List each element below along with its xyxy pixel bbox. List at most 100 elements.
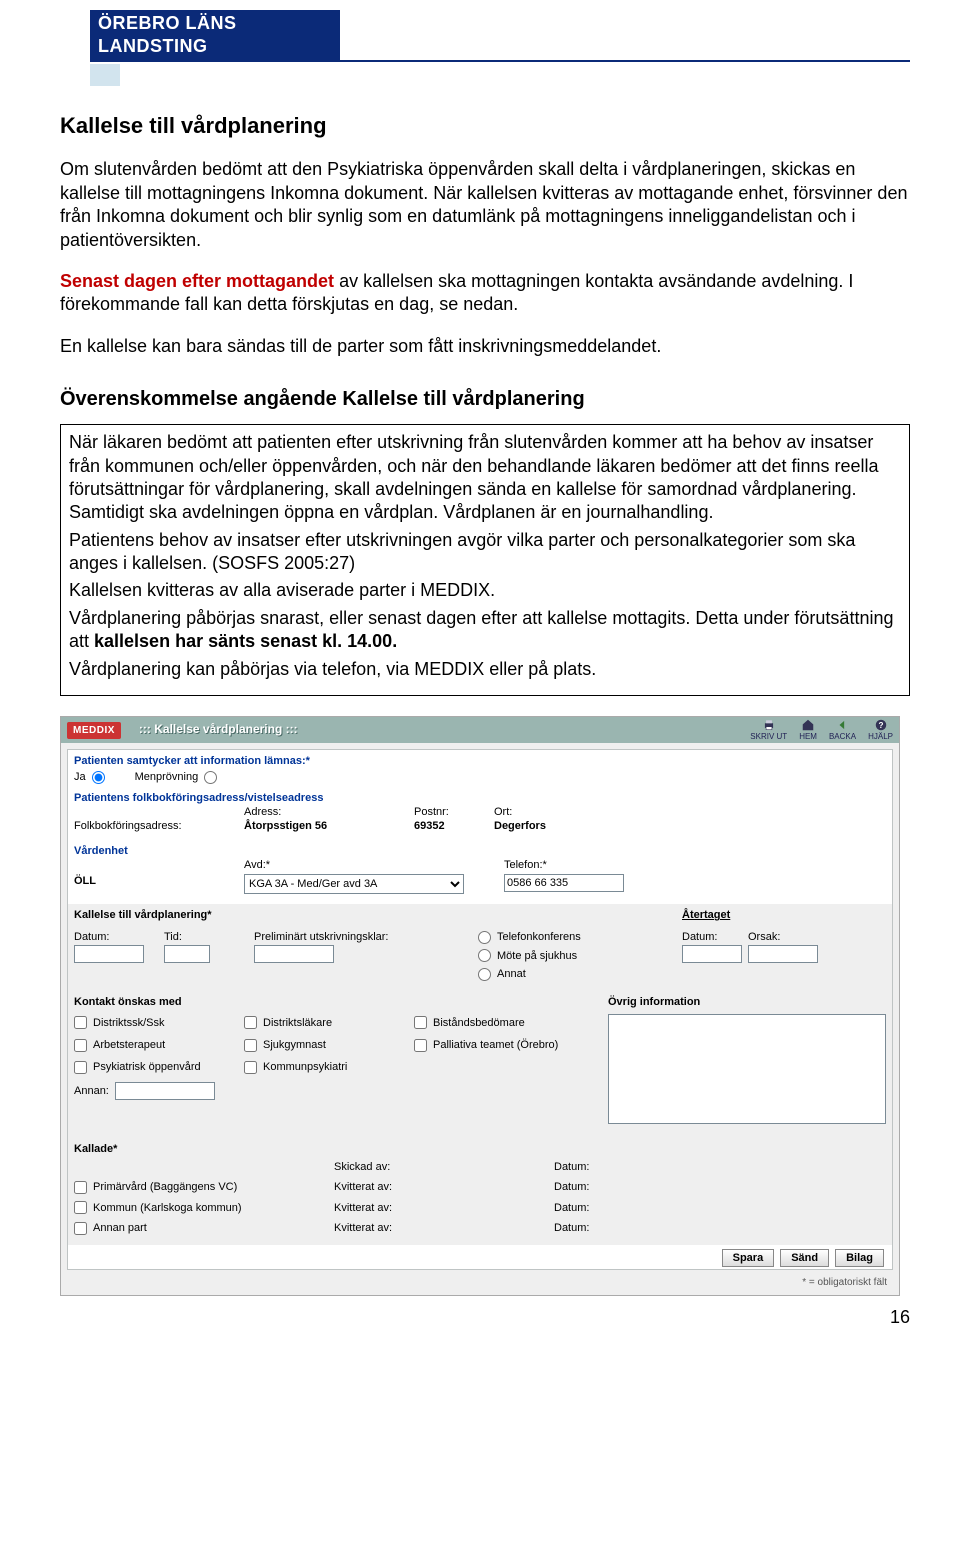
help-button[interactable]: ? HJÄLP bbox=[862, 718, 899, 742]
chk-distlak[interactable] bbox=[244, 1016, 257, 1029]
header-accent bbox=[90, 64, 120, 86]
ovrig-textarea[interactable] bbox=[608, 1014, 886, 1124]
opt-annat-label: Annat bbox=[497, 967, 526, 981]
skickad-datum-label: Datum: bbox=[554, 1160, 704, 1174]
atertaget-title: Återtaget bbox=[682, 908, 832, 922]
consent-row: Ja Menprövning bbox=[68, 768, 892, 786]
avd-select[interactable]: KGA 3A - Med/Ger avd 3A bbox=[244, 874, 464, 894]
addr-value-ort: Degerfors bbox=[494, 819, 634, 833]
opt-annat-radio[interactable] bbox=[478, 968, 491, 981]
svg-text:?: ? bbox=[878, 721, 883, 730]
atertaget-datum-input[interactable] bbox=[682, 945, 742, 963]
home-icon bbox=[800, 718, 816, 732]
vardenhet-col-tel: Telefon:* bbox=[504, 858, 684, 872]
addr-value-postnr: 69352 bbox=[414, 819, 494, 833]
paragraph-1: Om slutenvården bedömt att den Psykiatri… bbox=[60, 158, 910, 252]
box-line-4: Vårdplanering påbörjas snarast, eller se… bbox=[69, 607, 901, 654]
form-screenshot: MEDDIX ::: Kallelse vårdplanering ::: SK… bbox=[60, 716, 900, 1296]
addr-row-label: Folkbokföringsadress: bbox=[74, 819, 244, 833]
atertaget-orsak-label: Orsak: bbox=[748, 930, 818, 944]
addr-value-adress: Åtorpsstigen 56 bbox=[244, 819, 414, 833]
kallelse-tid-label: Tid: bbox=[164, 930, 250, 944]
opt-mote-radio[interactable] bbox=[478, 949, 491, 962]
attach-button[interactable]: Bilag bbox=[835, 1249, 884, 1267]
chk-psyk[interactable] bbox=[74, 1061, 87, 1074]
box-line-5: Vårdplanering kan påbörjas via telefon, … bbox=[69, 658, 901, 681]
opt-tele-radio[interactable] bbox=[478, 931, 491, 944]
page-number: 16 bbox=[60, 1306, 910, 1329]
atertaget-orsak-input[interactable] bbox=[748, 945, 818, 963]
chk-annanpart[interactable] bbox=[74, 1222, 87, 1235]
consent-men-radio[interactable] bbox=[204, 771, 217, 784]
kallelse-tid-input[interactable] bbox=[164, 945, 210, 963]
address-title: Patientens folkbokföringsadress/vistelse… bbox=[68, 787, 892, 805]
consent-men-label: Menprövning bbox=[135, 770, 199, 784]
agreement-box: När läkaren bedömt att patienten efter u… bbox=[60, 424, 910, 696]
consent-yes-radio[interactable] bbox=[92, 771, 105, 784]
kvitterat-label-1: Kvitterat av: bbox=[334, 1180, 484, 1194]
org-header: ÖREBRO LÄNS LANDSTING bbox=[90, 10, 910, 86]
form-footer: Spara Sänd Bilag bbox=[68, 1245, 892, 1269]
box-line-2: Patientens behov av insatser efter utskr… bbox=[69, 529, 901, 576]
meddix-logo: MEDDIX bbox=[67, 722, 121, 739]
kontakt-title: Kontakt önskas med bbox=[74, 995, 594, 1009]
back-button[interactable]: BACKA bbox=[823, 718, 862, 742]
send-button[interactable]: Sänd bbox=[780, 1249, 829, 1267]
home-button[interactable]: HEM bbox=[793, 718, 823, 742]
print-button[interactable]: SKRIV UT bbox=[744, 718, 793, 742]
addr-col-postnr: Postnr: bbox=[414, 805, 494, 819]
paragraph-3: En kallelse kan bara sändas till de part… bbox=[60, 335, 910, 358]
kallelse-title: Kallelse till vårdplanering* bbox=[74, 908, 474, 922]
consent-yes-label: Ja bbox=[74, 770, 86, 784]
kallelse-datum-label: Datum: bbox=[74, 930, 160, 944]
chk-kommun[interactable] bbox=[74, 1201, 87, 1214]
kvitterat-datum-3: Datum: bbox=[554, 1221, 704, 1235]
consent-title: Patienten samtycker att information lämn… bbox=[68, 750, 892, 768]
kvitterat-datum-2: Datum: bbox=[554, 1201, 704, 1215]
ovrig-title: Övrig information bbox=[608, 995, 886, 1009]
printer-icon bbox=[761, 718, 777, 732]
section-heading: Överenskommelse angående Kallelse till v… bbox=[60, 386, 910, 412]
chk-bistand[interactable] bbox=[414, 1016, 427, 1029]
telefon-input[interactable] bbox=[504, 874, 624, 892]
kontakt-ovrig-row: Kontakt önskas med Distriktssk/Ssk Distr… bbox=[68, 991, 892, 1138]
annan-label: Annan: bbox=[74, 1084, 109, 1098]
org-title: ÖREBRO LÄNS LANDSTING bbox=[90, 10, 340, 61]
vardenhet-title: Vårdenhet bbox=[68, 840, 892, 858]
page-title: Kallelse till vårdplanering bbox=[60, 112, 910, 141]
back-arrow-icon bbox=[835, 718, 851, 732]
box-emphasis: kallelsen har sänts senast kl. 14.00. bbox=[94, 631, 397, 651]
paragraph-2: Senast dagen efter mottagandet av kallel… bbox=[60, 270, 910, 317]
help-icon: ? bbox=[873, 718, 889, 732]
kvitterat-label-2: Kvitterat av: bbox=[334, 1201, 484, 1215]
opt-tele-label: Telefonkonferens bbox=[497, 930, 581, 944]
skickad-label: Skickad av: bbox=[334, 1160, 484, 1174]
kallelse-prel-input[interactable] bbox=[254, 945, 334, 963]
chk-kommunpsyk[interactable] bbox=[244, 1061, 257, 1074]
box-line-3: Kallelsen kvitteras av alla aviserade pa… bbox=[69, 579, 901, 602]
kallelse-section: Kallelse till vårdplanering* Återtaget D… bbox=[68, 904, 892, 991]
kallade-section: Kallade* Skickad av: Datum: Primärvård (… bbox=[68, 1138, 892, 1245]
emphasis-red: Senast dagen efter mottagandet bbox=[60, 271, 334, 291]
chk-distssk[interactable] bbox=[74, 1016, 87, 1029]
save-button[interactable]: Spara bbox=[722, 1249, 775, 1267]
chk-primarvard[interactable] bbox=[74, 1181, 87, 1194]
chk-arbter[interactable] bbox=[74, 1039, 87, 1052]
chk-palliativ[interactable] bbox=[414, 1039, 427, 1052]
kvitterat-datum-1: Datum: bbox=[554, 1180, 704, 1194]
kvitterat-label-3: Kvitterat av: bbox=[334, 1221, 484, 1235]
addr-col-ort: Ort: bbox=[494, 805, 634, 819]
form-topbar: MEDDIX ::: Kallelse vårdplanering ::: SK… bbox=[61, 717, 899, 743]
chk-sjukgym[interactable] bbox=[244, 1039, 257, 1052]
atertaget-datum-label: Datum: bbox=[682, 930, 742, 944]
addr-col-adress: Adress: bbox=[244, 805, 414, 819]
kallelse-datum-input[interactable] bbox=[74, 945, 144, 963]
form-footnote: * = obligatoriskt fält bbox=[61, 1276, 899, 1289]
box-line-1: När läkaren bedömt att patienten efter u… bbox=[69, 431, 901, 525]
document-body: Kallelse till vårdplanering Om slutenvår… bbox=[60, 112, 910, 1330]
kallade-title: Kallade* bbox=[74, 1142, 886, 1156]
annan-input[interactable] bbox=[115, 1082, 215, 1100]
vardenhet-col-avd: Avd:* bbox=[244, 858, 504, 872]
opt-mote-label: Möte på sjukhus bbox=[497, 949, 577, 963]
vardenhet-unit: ÖLL bbox=[74, 874, 244, 894]
